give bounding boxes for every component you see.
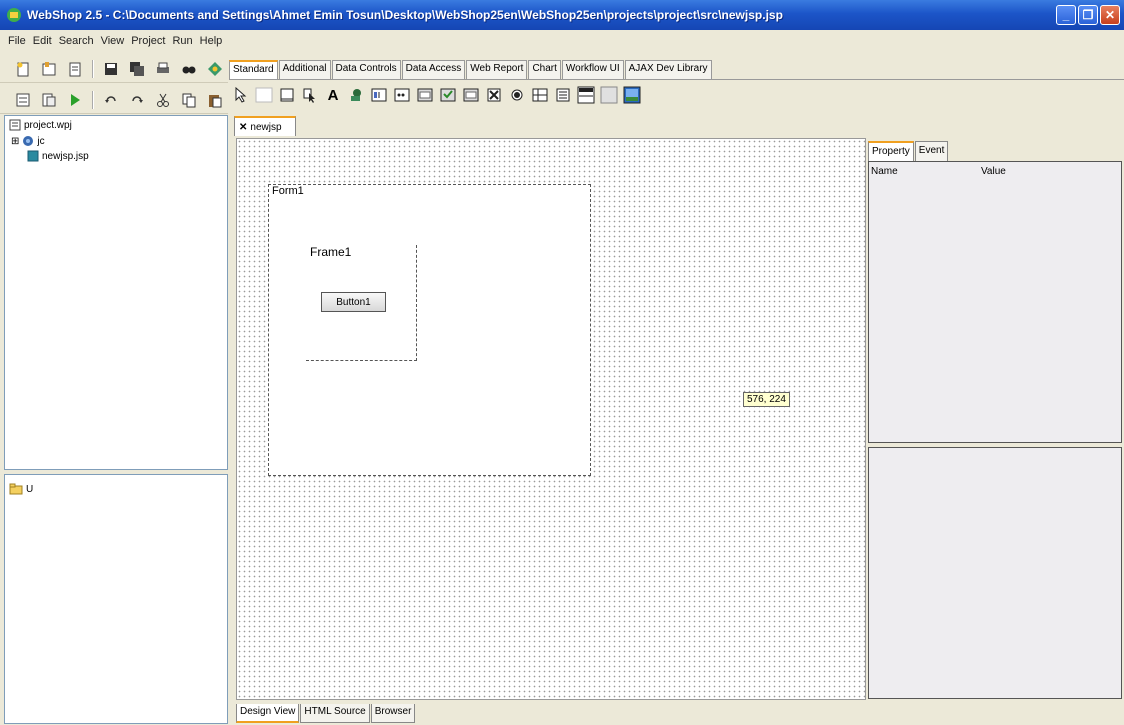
palette-tab-web-report[interactable]: Web Report: [466, 60, 528, 79]
panel-tool-icon[interactable]: [600, 86, 618, 104]
cursor-coordinates: 576, 224: [743, 392, 790, 407]
palette-tab-standard[interactable]: Standard: [229, 60, 278, 79]
edit-toolbar: [0, 86, 228, 114]
property-description-panel: [868, 447, 1122, 699]
cut-icon[interactable]: [154, 91, 172, 109]
list-tool-icon[interactable]: [462, 86, 480, 104]
close-button[interactable]: ✕: [1100, 5, 1120, 25]
folder-item-root[interactable]: U: [9, 483, 33, 495]
new-file-icon[interactable]: [14, 60, 32, 78]
checkbox-tool-icon[interactable]: [485, 86, 503, 104]
settings-icon[interactable]: [206, 60, 224, 78]
jsp-file-icon: [27, 150, 39, 162]
undo-icon[interactable]: [102, 91, 120, 109]
palette-tabs: Standard Additional Data Controls Data A…: [229, 60, 713, 79]
app-icon: [7, 8, 21, 22]
palette-tools: A: [232, 82, 641, 108]
grid-tool-icon[interactable]: [577, 86, 595, 104]
tab-browser[interactable]: Browser: [370, 704, 416, 723]
form1-label: Form1: [272, 185, 304, 197]
palette-tab-ajax-dev-library[interactable]: AJAX Dev Library: [624, 60, 712, 79]
menu-run[interactable]: Run: [172, 35, 192, 47]
palette-tab-additional[interactable]: Additional: [278, 60, 331, 79]
paste-icon[interactable]: [206, 91, 224, 109]
tree-label-jc: jc: [37, 135, 45, 147]
palette-tab-data-controls[interactable]: Data Controls: [331, 60, 401, 79]
tab-event[interactable]: Event: [914, 141, 949, 161]
form1-component[interactable]: Form1 Frame1 Button1: [268, 184, 591, 476]
view-tabs: Design View HTML Source Browser: [236, 704, 416, 723]
tree-label-newjsp: newjsp.jsp: [42, 150, 89, 162]
restore-button[interactable]: ❐: [1078, 5, 1098, 25]
folder-icon: [9, 483, 23, 495]
run-icon[interactable]: [66, 91, 84, 109]
textbox-tool-icon[interactable]: [370, 86, 388, 104]
redo-icon[interactable]: [128, 91, 146, 109]
folder-tree-panel: U: [4, 474, 228, 724]
image-tool-icon[interactable]: [347, 86, 365, 104]
property-name-header: Name: [871, 166, 898, 177]
tree-label-project: project.wpj: [24, 119, 72, 131]
frame1-label: Frame1: [310, 245, 352, 259]
tree-item-jc[interactable]: ⊞ jc: [11, 135, 45, 147]
select-tool-icon[interactable]: [439, 86, 457, 104]
menu-help[interactable]: Help: [200, 35, 223, 47]
form-tool-icon[interactable]: [255, 86, 273, 104]
design-canvas[interactable]: Form1 Frame1 Button1 576, 224: [236, 138, 866, 700]
property-grid[interactable]: Name Value: [868, 161, 1122, 443]
tab-property[interactable]: Property: [868, 141, 914, 161]
listbox-tool-icon[interactable]: [554, 86, 572, 104]
menu-file[interactable]: File: [8, 35, 26, 47]
tab-design-view[interactable]: Design View: [236, 704, 300, 723]
picture-tool-icon[interactable]: [623, 86, 641, 104]
copy-icon[interactable]: [180, 91, 198, 109]
project-tree-panel: project.wpj ⊞ jc newjsp.jsp: [4, 115, 228, 470]
radio-tool-icon[interactable]: [508, 86, 526, 104]
print-icon[interactable]: [154, 60, 172, 78]
tree-item-newjsp[interactable]: newjsp.jsp: [27, 150, 89, 162]
tree-item-project[interactable]: project.wpj: [9, 119, 72, 131]
open-icon[interactable]: [66, 60, 84, 78]
editor-tab-newjsp[interactable]: ✕ newjsp: [234, 116, 296, 136]
editor-tab-label: newjsp: [250, 121, 282, 133]
palette-tab-chart[interactable]: Chart: [528, 60, 561, 79]
package-icon: [23, 136, 34, 146]
compile-icon[interactable]: [14, 91, 32, 109]
menu-project[interactable]: Project: [131, 35, 165, 47]
palette-tab-data-access[interactable]: Data Access: [401, 60, 466, 79]
menu-edit[interactable]: Edit: [33, 35, 52, 47]
toolbar-separator: [92, 90, 94, 109]
close-tab-icon[interactable]: ✕: [239, 122, 247, 133]
frame-tool-icon[interactable]: [278, 86, 296, 104]
window-title: WebShop 2.5 - C:\Documents and Settings\…: [27, 8, 783, 22]
layer-tool-icon[interactable]: [301, 86, 319, 104]
property-value-header: Value: [981, 166, 1006, 177]
menu-view[interactable]: View: [101, 35, 125, 47]
pointer-icon[interactable]: [232, 86, 250, 104]
toolbar-separator: [92, 59, 94, 78]
minimize-button[interactable]: _: [1056, 5, 1076, 25]
label-tool-icon[interactable]: A: [324, 86, 342, 104]
build-icon[interactable]: [40, 91, 58, 109]
tab-html-source[interactable]: HTML Source: [300, 704, 370, 723]
main-toolbar: [0, 55, 228, 83]
table-tool-icon[interactable]: [531, 86, 549, 104]
save-all-icon[interactable]: [128, 60, 146, 78]
expand-icon[interactable]: ⊞: [11, 136, 19, 147]
menu-bar: File Edit Search View Project Run Help: [0, 30, 1124, 52]
textarea-tool-icon[interactable]: [416, 86, 434, 104]
property-tabs: Property Event: [868, 141, 949, 161]
project-file-icon: [9, 119, 21, 131]
folder-label-root: U: [26, 483, 34, 495]
find-icon[interactable]: [180, 60, 198, 78]
password-tool-icon[interactable]: [393, 86, 411, 104]
palette-divider: [229, 79, 1124, 80]
save-icon[interactable]: [102, 60, 120, 78]
menu-search[interactable]: Search: [59, 35, 94, 47]
palette-tab-workflow-ui[interactable]: Workflow UI: [561, 60, 624, 79]
title-bar: WebShop 2.5 - C:\Documents and Settings\…: [0, 0, 1124, 30]
new-project-icon[interactable]: [40, 60, 58, 78]
button1-component[interactable]: Button1: [321, 292, 386, 312]
